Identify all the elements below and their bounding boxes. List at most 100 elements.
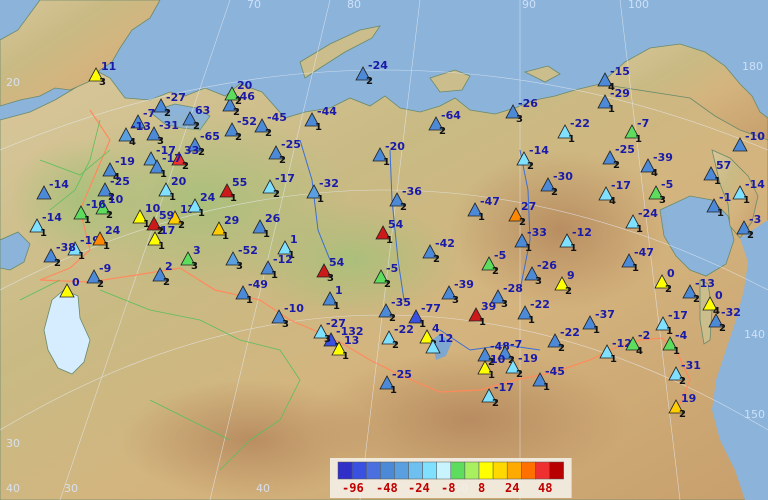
tendency-value: -22 (560, 326, 580, 339)
tendency-code: 1 (315, 122, 322, 133)
grid-label: 180 (742, 60, 763, 73)
tendency-code: 1 (160, 169, 167, 180)
tendency-value: 27 (521, 200, 536, 213)
tendency-code: 2 (516, 369, 523, 380)
tendency-code: 1 (84, 215, 91, 226)
tendency-value: -77 (421, 302, 441, 315)
tendency-code: 1 (525, 243, 532, 254)
tendency-value: 24 (105, 224, 121, 237)
tendency-code: 1 (635, 134, 642, 145)
legend-swatch (408, 461, 423, 480)
tendency-value: -28 (503, 282, 523, 295)
tendency-value: 10 (490, 353, 506, 366)
tendency-code: 2 (235, 132, 242, 143)
tendency-code: 1 (78, 251, 85, 262)
tendency-code: 2 (527, 161, 534, 172)
grid-label: 40 (256, 482, 270, 495)
tendency-value: 2 (165, 260, 173, 273)
tendency-value: -37 (595, 308, 615, 321)
tendency-code: 2 (235, 96, 242, 107)
tendency-code: 1 (198, 208, 205, 219)
legend-swatch (365, 461, 381, 480)
tendency-value: -26 (537, 259, 557, 272)
tendency-code: 2 (279, 155, 286, 166)
legend-label: -48 (376, 481, 398, 495)
tendency-value: -5 (661, 178, 673, 191)
tendency-value: -27 (326, 317, 346, 330)
tendency-code: 3 (516, 114, 523, 125)
tendency-code: 2 (97, 279, 104, 290)
tendency-value: -39 (454, 278, 474, 291)
tendency-code: 1 (271, 270, 278, 281)
tendency-code: 1 (478, 212, 485, 223)
tendency-value: -13 (695, 277, 715, 290)
tendency-code: 1 (632, 263, 639, 274)
tendency-value: -24 (638, 207, 658, 220)
legend: -96 -48 -24 -8 8 24 48 (330, 458, 572, 498)
tendency-value: 55 (232, 176, 247, 189)
tendency-code: 2 (54, 258, 61, 269)
tendency-value: -45 (267, 111, 287, 124)
grid-label: 30 (64, 482, 78, 495)
tendency-code: 3 (501, 299, 508, 310)
tendency-value: 0 (667, 267, 675, 280)
legend-swatch (422, 461, 437, 480)
tendency-code: 1 (636, 224, 643, 235)
legend-swatch (521, 461, 536, 480)
tendency-code: 2 (164, 108, 171, 119)
tendency-code: 1 (673, 346, 680, 357)
tendency-code: 2 (433, 254, 440, 265)
tendency-value: 3 (193, 244, 201, 257)
tendency-code: 2 (439, 126, 446, 137)
grid-label: 150 (744, 408, 765, 421)
tendency-value: -12 (273, 253, 293, 266)
tendency-value: -17 (162, 152, 182, 165)
tendency-code: 2 (400, 202, 407, 213)
tendency-code: 1 (103, 241, 110, 252)
tendency-code: 3 (236, 261, 243, 272)
tendency-value: -35 (391, 296, 411, 309)
tendency-value: -25 (615, 143, 635, 156)
tendency-code: 1 (230, 193, 237, 204)
tendency-value: -17 (494, 381, 514, 394)
tendency-value: -14 (529, 144, 549, 157)
tendency-value: 0 (715, 289, 723, 302)
tendency-value: 11 (101, 60, 116, 73)
grid-label: 140 (744, 328, 765, 341)
tendency-value: -14 (49, 178, 69, 191)
tendency-code: 3 (99, 77, 106, 88)
tendency-value: -10 (745, 130, 765, 143)
tendency-code: 1 (543, 382, 550, 393)
tendency-code: 2 (163, 277, 170, 288)
legend-swatch (394, 461, 409, 480)
tendency-code: 1 (169, 192, 176, 203)
tendency-code: 2 (366, 76, 373, 87)
tendency-value: 29 (224, 214, 239, 227)
tendency-code: 4 (129, 137, 136, 148)
tendency-value: 26 (265, 212, 281, 225)
tendency-value: -22 (394, 323, 414, 336)
grid-label: 100 (628, 0, 649, 11)
tendency-code: 3 (282, 319, 289, 330)
tendency-value: 17 (160, 224, 175, 237)
legend-swatch (478, 461, 494, 480)
tendency-value: -7 (510, 338, 522, 351)
legend-swatch (351, 461, 367, 480)
tendency-value: -20 (385, 140, 405, 153)
tendency-value: -36 (402, 185, 422, 198)
tendency-value: 54 (388, 218, 404, 231)
tendency-value: -45 (545, 365, 565, 378)
tendency-code: 1 (743, 195, 750, 206)
tendency-value: -15 (610, 65, 630, 78)
tendency-code: 2 (106, 210, 113, 221)
tendency-value: -32 (721, 306, 741, 319)
tendency-value: -38 (56, 241, 76, 254)
tendency-code: 2 (719, 323, 726, 334)
tendency-value: -17 (668, 309, 688, 322)
tendency-value: 33 (184, 144, 199, 157)
tendency-value: -22 (570, 117, 590, 130)
tendency-code: 2 (679, 376, 686, 387)
tendency-code: 2 (182, 161, 189, 172)
grid-label: 90 (522, 0, 536, 11)
legend-swatch (535, 461, 550, 480)
